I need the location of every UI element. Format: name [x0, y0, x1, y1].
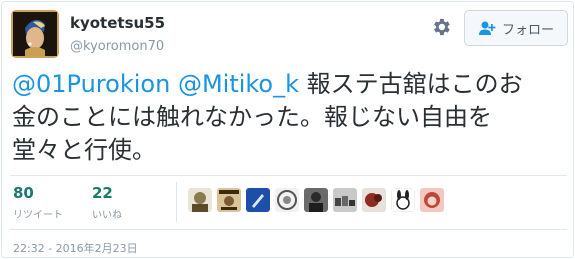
retweet-count: 80	[13, 184, 34, 202]
tweet-card: kyotetsu55 @kyoromon70 フォロー @01Purokion …	[1, 1, 574, 258]
follow-label: フォロー	[501, 22, 554, 38]
divider	[10, 175, 567, 176]
avatar[interactable]	[275, 188, 299, 212]
liked-by-avatars	[188, 188, 444, 212]
retweet-label: リツイート	[13, 210, 63, 221]
tweet-text-part: 報ステ古舘はこのお	[299, 70, 523, 98]
avatar[interactable]	[391, 188, 415, 212]
like-stat[interactable]: 22 いいね	[92, 184, 122, 221]
mention-link[interactable]: @01Purokion	[12, 70, 170, 98]
follow-button[interactable]: フォロー	[464, 10, 568, 46]
avatar[interactable]	[333, 188, 357, 212]
screen-name[interactable]: @kyoromon70	[70, 39, 164, 54]
tweet-text-part: 金のことには触れなかった。報じない自由を	[12, 103, 492, 131]
pearl-earring-portrait-avatar	[11, 10, 59, 58]
avatar[interactable]	[246, 188, 270, 212]
divider	[176, 182, 177, 222]
avatar[interactable]	[362, 188, 386, 212]
avatar[interactable]	[217, 188, 241, 212]
avatar[interactable]	[188, 188, 212, 212]
divider	[10, 229, 567, 230]
avatar[interactable]	[304, 188, 328, 212]
person-plus-icon	[478, 20, 496, 36]
display-name[interactable]: kyotetsu55	[70, 14, 165, 32]
tweet-timestamp[interactable]: 22:32 - 2016年2月23日	[13, 240, 138, 256]
tweet-text-part: 堂々と行使。	[12, 136, 156, 164]
like-label: いいね	[92, 210, 122, 221]
avatar[interactable]	[420, 188, 444, 212]
gear-icon[interactable]	[430, 16, 452, 38]
tweet-text: @01Purokion @Mitiko_k 報ステ古舘はこのお 金のことには触れ…	[12, 68, 567, 167]
like-count: 22	[92, 184, 113, 202]
mention-link[interactable]: @Mitiko_k	[178, 70, 299, 98]
user-avatar[interactable]	[11, 10, 59, 58]
retweet-stat[interactable]: 80 リツイート	[13, 184, 63, 221]
